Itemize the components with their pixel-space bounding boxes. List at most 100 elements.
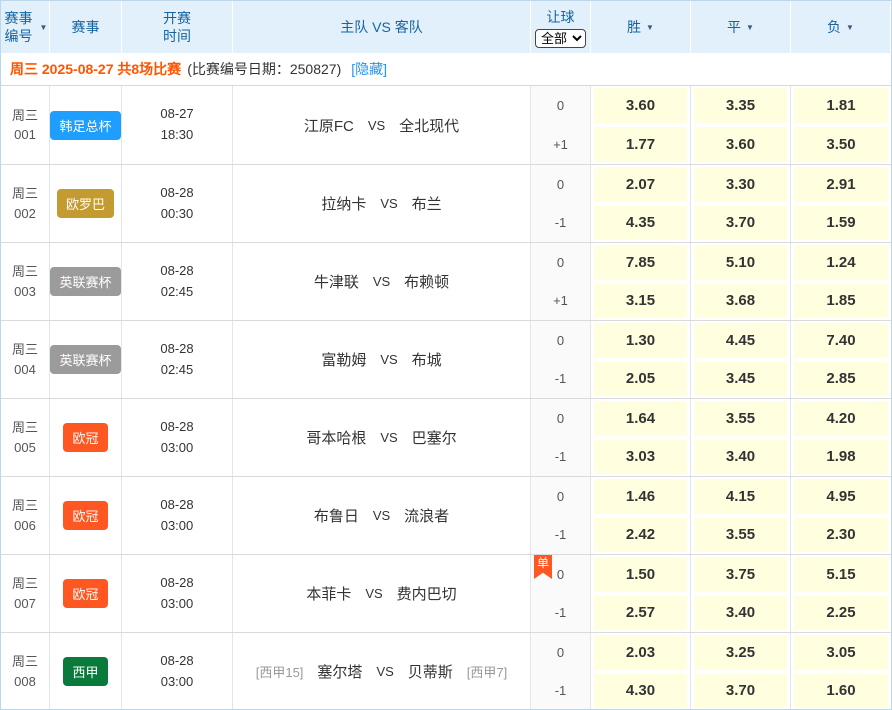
draw-filter-caret-icon[interactable]: ▼ bbox=[746, 23, 754, 32]
odds-lose-bottom[interactable]: 2.85 bbox=[794, 362, 888, 397]
league-badge[interactable]: 韩足总杯 bbox=[50, 111, 120, 140]
handicap-value-top: 0 bbox=[531, 86, 590, 125]
sort-caret-icon[interactable]: ▼ bbox=[40, 23, 48, 32]
odds-win-bottom[interactable]: 3.03 bbox=[594, 440, 687, 475]
league-badge[interactable]: 欧冠 bbox=[63, 501, 107, 530]
odds-draw-bottom[interactable]: 3.60 bbox=[694, 127, 787, 162]
odds-lose-bottom[interactable]: 1.85 bbox=[794, 284, 888, 319]
odds-draw-bottom[interactable]: 3.68 bbox=[694, 284, 787, 319]
odds-win-bottom[interactable]: 1.77 bbox=[594, 127, 687, 162]
odds-win-top[interactable]: 3.60 bbox=[594, 88, 687, 123]
odds-draw-top[interactable]: 4.15 bbox=[694, 479, 787, 514]
header-time-label: 开赛时间 bbox=[161, 9, 193, 45]
odds-draw-bottom[interactable]: 3.70 bbox=[694, 206, 787, 241]
win-filter-caret-icon[interactable]: ▼ bbox=[646, 23, 654, 32]
date-banner-detail: (比赛编号日期：250827) bbox=[187, 59, 341, 79]
vs-label: VS bbox=[365, 586, 382, 601]
table-header: 赛事编号 ▼ 赛事 开赛时间 主队 VS 客队 让球 全部 胜 ▼ 平 ▼ 负 … bbox=[1, 1, 891, 53]
teams-cell[interactable]: 本菲卡 VS 费内巴切 bbox=[233, 555, 531, 632]
odds-win-top[interactable]: 1.46 bbox=[594, 479, 687, 514]
league-cell: 欧冠 bbox=[50, 555, 122, 632]
odds-draw-top[interactable]: 3.75 bbox=[694, 557, 787, 592]
hide-link[interactable]: [隐藏] bbox=[351, 59, 387, 79]
odds-lose-top[interactable]: 2.91 bbox=[794, 167, 888, 202]
odds-win-bottom[interactable]: 2.57 bbox=[594, 596, 687, 631]
odds-lose-top[interactable]: 4.95 bbox=[794, 479, 888, 514]
lose-odds-column: 2.91 1.59 bbox=[791, 165, 891, 242]
odds-win-top[interactable]: 1.30 bbox=[594, 323, 687, 358]
odds-draw-top[interactable]: 3.55 bbox=[694, 401, 787, 436]
odds-win-top[interactable]: 2.07 bbox=[594, 167, 687, 202]
league-badge[interactable]: 西甲 bbox=[63, 657, 107, 686]
odds-win-top[interactable]: 1.50 bbox=[594, 557, 687, 592]
teams-cell[interactable]: 哥本哈根 VS 巴塞尔 bbox=[233, 399, 531, 476]
odds-draw-top[interactable]: 5.10 bbox=[694, 245, 787, 280]
odds-win-bottom[interactable]: 2.05 bbox=[594, 362, 687, 397]
odds-lose-bottom[interactable]: 1.59 bbox=[794, 206, 888, 241]
odds-lose-bottom[interactable]: 3.50 bbox=[794, 127, 888, 162]
odds-lose-top[interactable]: 4.20 bbox=[794, 401, 888, 436]
odds-draw-bottom[interactable]: 3.55 bbox=[694, 518, 787, 553]
match-date: 08-28 bbox=[160, 417, 193, 438]
odds-win-bottom[interactable]: 4.35 bbox=[594, 206, 687, 241]
league-badge[interactable]: 英联赛杯 bbox=[50, 267, 120, 296]
lose-odds-column: 7.40 2.85 bbox=[791, 321, 891, 398]
odds-win-top[interactable]: 1.64 bbox=[594, 401, 687, 436]
lose-odds-column: 1.24 1.85 bbox=[791, 243, 891, 320]
match-number: 001 bbox=[14, 125, 36, 145]
odds-lose-top[interactable]: 1.81 bbox=[794, 88, 888, 123]
odds-draw-bottom[interactable]: 3.40 bbox=[694, 440, 787, 475]
odds-draw-bottom[interactable]: 3.70 bbox=[694, 674, 787, 709]
handicap-filter-select[interactable]: 全部 bbox=[535, 29, 586, 48]
odds-lose-bottom[interactable]: 2.30 bbox=[794, 518, 888, 553]
odds-win-top[interactable]: 2.03 bbox=[594, 635, 687, 670]
league-badge[interactable]: 欧冠 bbox=[63, 423, 107, 452]
vs-label: VS bbox=[380, 352, 397, 367]
teams-cell[interactable]: 布鲁日 VS 流浪者 bbox=[233, 477, 531, 554]
league-badge[interactable]: 欧罗巴 bbox=[57, 189, 114, 218]
header-handicap: 让球 全部 bbox=[531, 1, 591, 53]
handicap-cell: 单 0 -1 bbox=[531, 555, 591, 632]
odds-win-top[interactable]: 7.85 bbox=[594, 245, 687, 280]
win-odds-column: 1.30 2.05 bbox=[591, 321, 691, 398]
odds-win-bottom[interactable]: 2.42 bbox=[594, 518, 687, 553]
lose-filter-caret-icon[interactable]: ▼ bbox=[846, 23, 854, 32]
teams-cell[interactable]: 江原FC VS 全北现代 bbox=[233, 86, 531, 164]
match-id-cell: 周三 004 bbox=[1, 321, 50, 398]
teams-cell[interactable]: 牛津联 VS 布赖顿 bbox=[233, 243, 531, 320]
league-cell: 英联赛杯 bbox=[50, 243, 122, 320]
handicap-value-bottom: -1 bbox=[531, 204, 590, 243]
odds-draw-bottom[interactable]: 3.45 bbox=[694, 362, 787, 397]
odds-draw-top[interactable]: 3.35 bbox=[694, 88, 787, 123]
league-cell: 欧冠 bbox=[50, 399, 122, 476]
draw-odds-column: 4.45 3.45 bbox=[691, 321, 791, 398]
match-row: 周三 006 欧冠 08-28 03:00 布鲁日 VS 流浪者 0 -1 1.… bbox=[1, 476, 891, 554]
odds-draw-top[interactable]: 3.30 bbox=[694, 167, 787, 202]
match-number: 006 bbox=[14, 516, 36, 536]
match-date: 08-28 bbox=[160, 651, 193, 672]
odds-win-bottom[interactable]: 4.30 bbox=[594, 674, 687, 709]
odds-lose-top[interactable]: 5.15 bbox=[794, 557, 888, 592]
teams-cell[interactable]: [西甲15] 塞尔塔 VS 贝蒂斯 [西甲7] bbox=[233, 633, 531, 710]
odds-win-bottom[interactable]: 3.15 bbox=[594, 284, 687, 319]
odds-lose-bottom[interactable]: 1.98 bbox=[794, 440, 888, 475]
teams-cell[interactable]: 富勒姆 VS 布城 bbox=[233, 321, 531, 398]
teams-cell[interactable]: 拉纳卡 VS 布兰 bbox=[233, 165, 531, 242]
home-team: 塞尔塔 bbox=[317, 661, 362, 682]
league-cell: 西甲 bbox=[50, 633, 122, 710]
odds-lose-top[interactable]: 7.40 bbox=[794, 323, 888, 358]
odds-draw-bottom[interactable]: 3.40 bbox=[694, 596, 787, 631]
odds-lose-top[interactable]: 1.24 bbox=[794, 245, 888, 280]
odds-draw-top[interactable]: 4.45 bbox=[694, 323, 787, 358]
header-win: 胜 ▼ bbox=[591, 1, 691, 53]
handicap-cell: 0 -1 bbox=[531, 633, 591, 710]
league-badge[interactable]: 欧冠 bbox=[63, 579, 107, 608]
league-badge[interactable]: 英联赛杯 bbox=[50, 345, 120, 374]
handicap-value-bottom: +1 bbox=[531, 282, 590, 321]
odds-draw-top[interactable]: 3.25 bbox=[694, 635, 787, 670]
time-cell: 08-28 03:00 bbox=[122, 633, 233, 710]
odds-lose-bottom[interactable]: 1.60 bbox=[794, 674, 888, 709]
odds-lose-top[interactable]: 3.05 bbox=[794, 635, 888, 670]
match-date: 08-28 bbox=[160, 183, 193, 204]
odds-lose-bottom[interactable]: 2.25 bbox=[794, 596, 888, 631]
